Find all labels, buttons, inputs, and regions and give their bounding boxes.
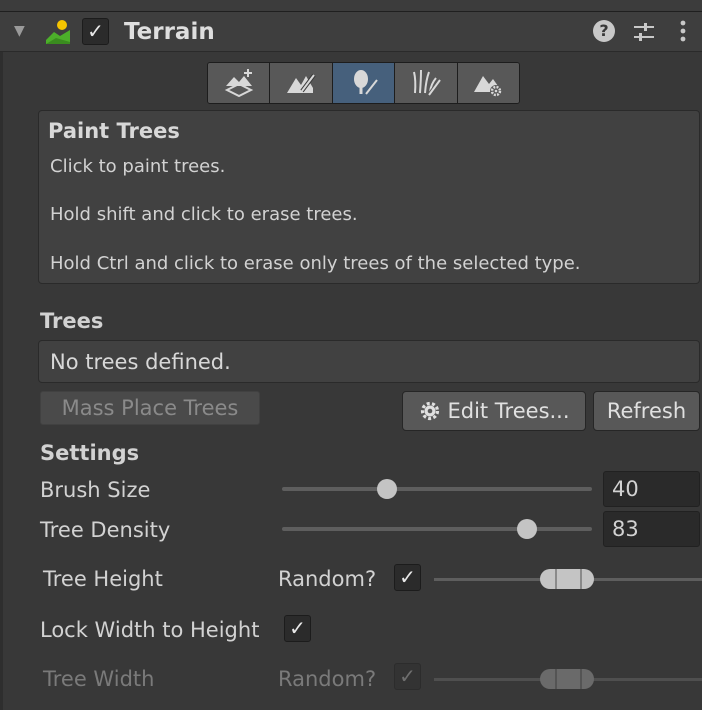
tree-width-max-handle[interactable] xyxy=(580,669,582,689)
tree-density-slider-thumb[interactable] xyxy=(517,519,537,539)
mass-place-trees-label: Mass Place Trees xyxy=(61,396,239,420)
left-gutter xyxy=(0,52,3,710)
gear-icon xyxy=(421,401,440,421)
terrain-icon xyxy=(44,18,72,46)
edit-trees-button[interactable]: Edit Trees... xyxy=(402,391,586,431)
tree-width-range-thumb[interactable] xyxy=(540,669,594,689)
help-line-ctrl: Hold Ctrl and click to erase only trees … xyxy=(50,253,581,274)
refresh-button[interactable]: Refresh xyxy=(593,391,700,431)
tool-paint-trees[interactable] xyxy=(332,63,396,103)
create-neighbor-terrains-icon xyxy=(224,69,253,98)
terrain-tool-toolbar xyxy=(207,62,520,104)
mass-place-trees-button[interactable]: Mass Place Trees xyxy=(40,391,260,425)
tree-width-random-label: Random? xyxy=(278,667,377,691)
paint-details-icon xyxy=(412,69,442,97)
tree-height-label: Tree Height xyxy=(43,567,163,591)
top-edge xyxy=(0,0,702,12)
tree-height-min-handle[interactable] xyxy=(555,569,557,589)
component-title: Terrain xyxy=(124,19,215,45)
kebab-menu-icon[interactable] xyxy=(676,18,690,44)
tree-height-random-checkbox[interactable]: ✓ xyxy=(394,564,421,591)
paint-trees-icon xyxy=(353,70,379,96)
tree-width-min-handle[interactable] xyxy=(555,669,557,689)
tree-height-random-label: Random? xyxy=(278,567,377,591)
tree-width-label: Tree Width xyxy=(43,667,155,691)
help-line-shift: Hold shift and click to erase trees. xyxy=(50,204,358,225)
brush-size-label: Brush Size xyxy=(40,478,151,502)
tool-terrain-settings[interactable] xyxy=(457,63,519,103)
tool-paint-details[interactable] xyxy=(395,63,458,103)
refresh-label: Refresh xyxy=(606,399,687,423)
tree-height-max-handle[interactable] xyxy=(580,569,582,589)
brush-size-slider-thumb[interactable] xyxy=(377,479,397,499)
help-title: Paint Trees xyxy=(48,119,180,143)
settings-heading: Settings xyxy=(40,441,140,465)
tool-create-neighbor-terrains[interactable] xyxy=(208,63,271,103)
brush-size-slider-track[interactable] xyxy=(282,487,592,491)
tree-density-slider-track[interactable] xyxy=(282,527,592,531)
terrain-settings-icon xyxy=(474,76,503,97)
component-enabled-checkbox[interactable]: ✓ xyxy=(82,18,109,45)
tree-density-label: Tree Density xyxy=(40,518,171,542)
foldout-arrow-icon[interactable]: ▼ xyxy=(14,24,30,38)
tree-density-field[interactable]: 83 xyxy=(603,511,700,547)
no-trees-message: No trees defined. xyxy=(50,350,231,374)
paint-terrain-icon xyxy=(287,73,316,93)
help-line-click: Click to paint trees. xyxy=(50,156,226,177)
tool-paint-terrain[interactable] xyxy=(270,63,333,103)
lock-width-checkbox[interactable]: ✓ xyxy=(284,615,311,642)
lock-width-label: Lock Width to Height xyxy=(40,618,260,642)
tree-width-random-checkbox[interactable]: ✓ xyxy=(394,663,421,690)
help-icon[interactable]: ? xyxy=(593,20,615,42)
brush-size-field[interactable]: 40 xyxy=(603,471,700,507)
edit-trees-label: Edit Trees... xyxy=(447,399,570,423)
trees-heading: Trees xyxy=(40,309,104,333)
tree-height-range-thumb[interactable] xyxy=(540,569,594,589)
presets-icon[interactable] xyxy=(632,20,656,44)
